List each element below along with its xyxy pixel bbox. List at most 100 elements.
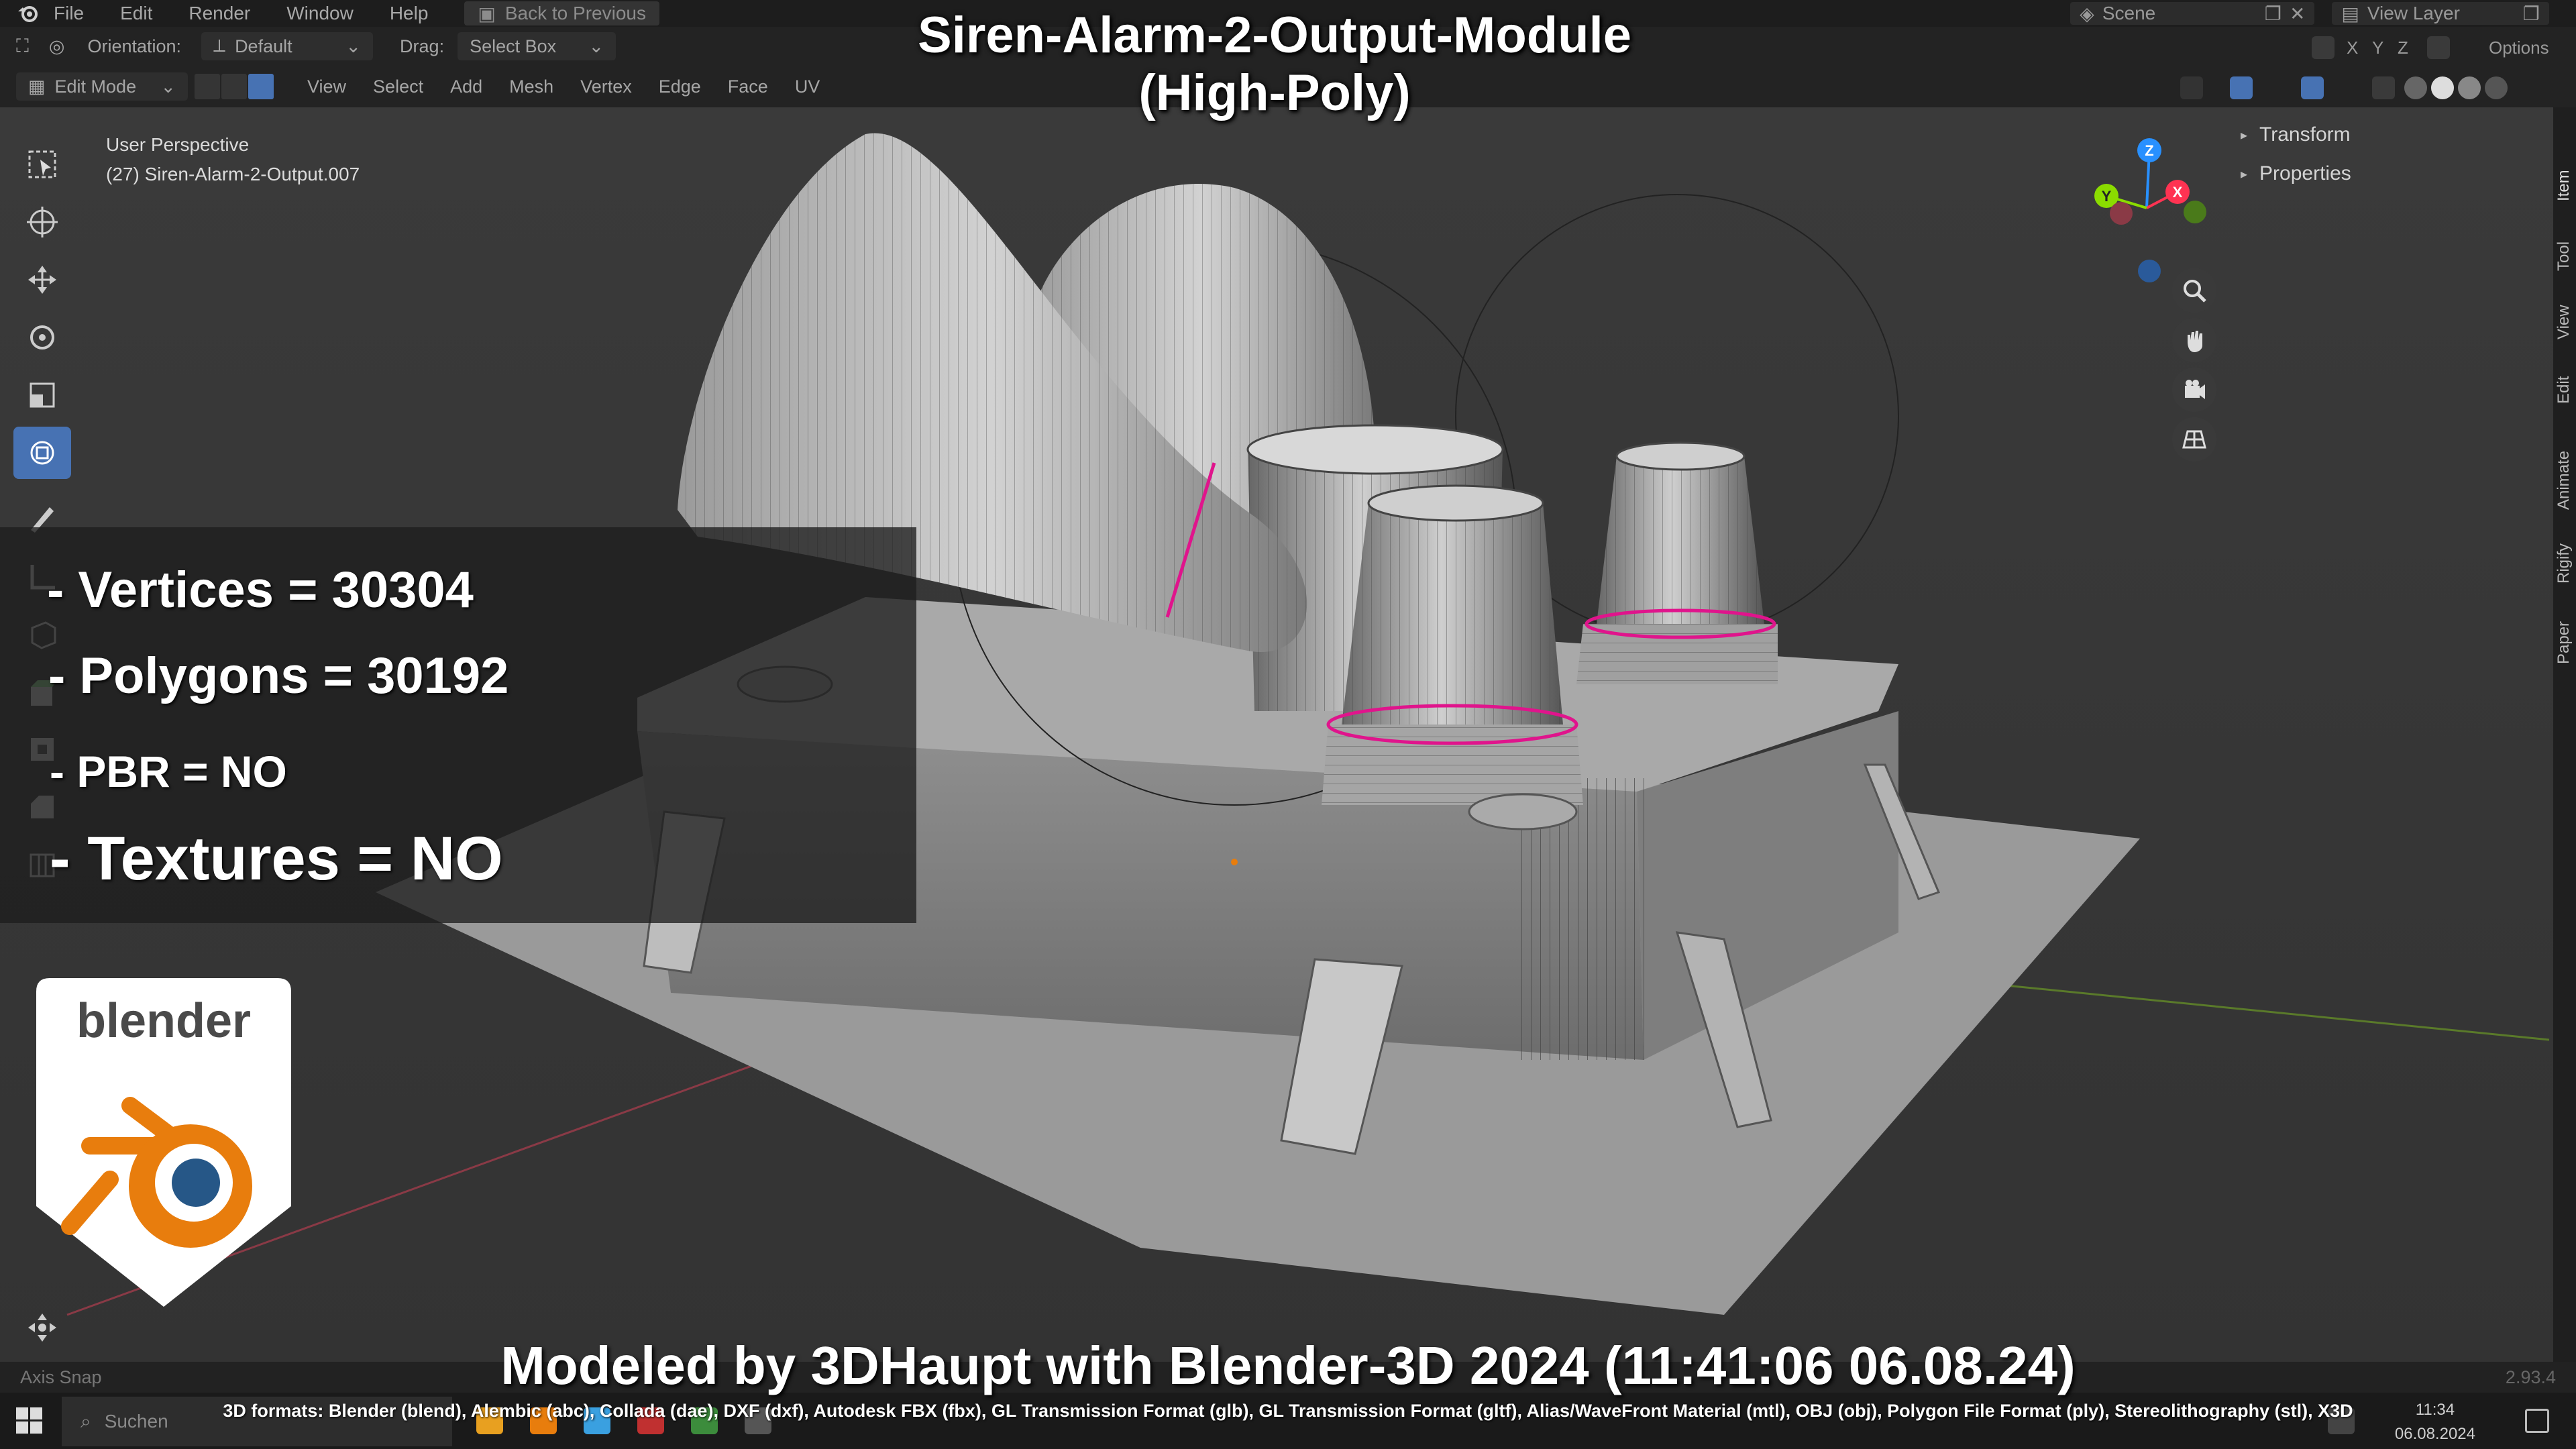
back-label: Back to Previous bbox=[504, 3, 646, 23]
menu-file[interactable]: File bbox=[54, 3, 84, 24]
edit-mode-icon: ▦ bbox=[28, 76, 46, 97]
tab-rigify[interactable]: Rigify bbox=[2555, 543, 2573, 584]
face-select-icon[interactable] bbox=[248, 74, 274, 99]
options-button[interactable]: Options bbox=[2489, 38, 2549, 58]
drag-dropdown[interactable]: Select Box ⌄ bbox=[458, 32, 616, 60]
properties-label: Properties bbox=[2259, 162, 2351, 184]
tab-tool[interactable]: Tool bbox=[2555, 241, 2573, 271]
svg-text:Z: Z bbox=[2145, 142, 2153, 159]
disclosure-triangle-icon: ▸ bbox=[2241, 166, 2248, 182]
cup-right-top bbox=[1615, 441, 1746, 471]
select-mode-toggle[interactable] bbox=[195, 74, 274, 99]
properties-panel-header[interactable]: ▸ Properties bbox=[2241, 162, 2351, 185]
edge-select-icon[interactable] bbox=[221, 74, 247, 99]
menu-add[interactable]: Add bbox=[437, 76, 496, 97]
scene-label: Scene bbox=[2102, 3, 2156, 23]
neg-y-handle[interactable] bbox=[2184, 201, 2206, 223]
origin-dot bbox=[1231, 859, 1238, 865]
view-layer-selector[interactable]: ▤ View Layer ❐ bbox=[2332, 2, 2549, 25]
rotate-tool[interactable] bbox=[13, 311, 71, 364]
xray-icon[interactable] bbox=[2372, 76, 2395, 99]
rendered-shading-icon[interactable] bbox=[2485, 76, 2508, 99]
sidebar-tabs: Item Tool View Edit Animate Rigify Paper bbox=[2553, 107, 2576, 1368]
tab-item[interactable]: Item bbox=[2555, 170, 2573, 201]
menu-help[interactable]: Help bbox=[390, 3, 429, 24]
scene-icon: ◈ bbox=[2080, 3, 2094, 24]
menu-view[interactable]: View bbox=[294, 76, 360, 97]
navigation-gizmo[interactable]: Z X Y bbox=[2066, 127, 2227, 288]
pbr-stat: - PBR = NO bbox=[50, 747, 287, 796]
cylinder-tall-top bbox=[1246, 424, 1504, 475]
menu-mesh[interactable]: Mesh bbox=[496, 76, 567, 97]
select-box-tool[interactable] bbox=[13, 138, 71, 191]
formats-caption: 3D formats: Blender (blend), Alembic (ab… bbox=[223, 1401, 2353, 1421]
transform-panel-header[interactable]: ▸ Transform bbox=[2241, 123, 2351, 146]
menu-select[interactable]: Select bbox=[360, 76, 437, 97]
orientation-dropdown[interactable]: ⟂ Default ⌄ bbox=[201, 32, 374, 60]
neg-x-handle[interactable] bbox=[2110, 202, 2133, 225]
vertex-select-icon[interactable] bbox=[195, 74, 220, 99]
viewport-perspective-label: User Perspective bbox=[106, 134, 250, 155]
menu-vertex[interactable]: Vertex bbox=[567, 76, 645, 97]
orientation-label: Orientation: bbox=[87, 36, 182, 56]
menu-render[interactable]: Render bbox=[189, 3, 250, 24]
copy-icon: ❐ bbox=[2522, 3, 2540, 24]
axis-y-toggle[interactable]: Y bbox=[2372, 38, 2383, 58]
axis-z-toggle[interactable]: Z bbox=[2398, 38, 2408, 58]
camera-icon[interactable] bbox=[2172, 368, 2216, 412]
neg-z-handle[interactable] bbox=[2138, 260, 2161, 282]
workspace-selectors: ◈ Scene ❐ ✕ ▤ View Layer ❐ bbox=[2070, 0, 2576, 27]
back-to-previous-button[interactable]: ▣ Back to Previous bbox=[464, 1, 659, 25]
material-shading-icon[interactable] bbox=[2458, 76, 2481, 99]
header-right-controls: X Y Z Options bbox=[2106, 27, 2576, 107]
move-tool[interactable] bbox=[13, 254, 71, 306]
cup-front-top bbox=[1367, 484, 1544, 522]
blender-logo: blender bbox=[36, 978, 291, 1307]
mode-value: Edit Mode bbox=[54, 76, 137, 97]
vertices-stat: - Vertices = 30304 bbox=[47, 561, 474, 619]
back-icon: ▣ bbox=[478, 3, 496, 24]
title-line-1: Siren-Alarm-2-Output-Module bbox=[918, 7, 1631, 64]
zoom-icon[interactable] bbox=[2172, 268, 2216, 313]
video-title: Siren-Alarm-2-Output-Module (High-Poly) bbox=[738, 7, 1811, 122]
mirror-icon[interactable] bbox=[2312, 36, 2334, 59]
clock-date: 06.08.2024 bbox=[2394, 1425, 2475, 1443]
pivot-icon[interactable]: ◎ bbox=[49, 36, 65, 57]
orientation-value: Default bbox=[235, 36, 292, 56]
solid-shading-icon[interactable] bbox=[2431, 76, 2454, 99]
scene-selector[interactable]: ◈ Scene ❐ ✕ bbox=[2070, 2, 2315, 25]
tab-edit[interactable]: Edit bbox=[2555, 376, 2573, 404]
menu-window[interactable]: Window bbox=[286, 3, 354, 24]
drag-value: Select Box bbox=[470, 36, 557, 56]
chevron-down-icon: ⌄ bbox=[345, 36, 362, 56]
menu-edge[interactable]: Edge bbox=[645, 76, 714, 97]
blender-menu-icon[interactable] bbox=[15, 0, 42, 27]
perspective-grid-icon[interactable] bbox=[2172, 417, 2216, 462]
pan-hand-icon[interactable] bbox=[2172, 318, 2216, 362]
credit-caption: Modeled by 3DHaupt with Blender-3D 2024 … bbox=[500, 1336, 2076, 1395]
tab-paper[interactable]: Paper bbox=[2555, 621, 2573, 664]
tab-animate[interactable]: Animate bbox=[2555, 451, 2573, 510]
overlay-icon[interactable] bbox=[2301, 76, 2324, 99]
disclosure-triangle-icon: ▸ bbox=[2241, 127, 2248, 143]
gizmo-icon[interactable] bbox=[2230, 76, 2253, 99]
knob-front bbox=[1468, 793, 1578, 830]
view-layer-icon: ▤ bbox=[2341, 3, 2359, 24]
topology-icon[interactable] bbox=[2427, 36, 2450, 59]
wireframe-shading-icon[interactable] bbox=[2404, 76, 2427, 99]
tool-settings-row: ⛶ ◎ Orientation: ⟂ Default ⌄ Drag: Selec… bbox=[0, 27, 616, 66]
cursor-tool[interactable] bbox=[13, 196, 71, 248]
tool-icon[interactable]: ⛶ bbox=[16, 36, 29, 57]
title-line-2: (High-Poly) bbox=[1138, 64, 1411, 121]
sidebar-panel: ▸ Transform ▸ Properties bbox=[2222, 107, 2553, 208]
polygons-stat: - Polygons = 30192 bbox=[48, 647, 509, 704]
chevron-down-icon: ⌄ bbox=[588, 36, 604, 56]
tab-view[interactable]: View bbox=[2555, 305, 2573, 339]
axis-x-toggle[interactable]: X bbox=[2347, 38, 2358, 58]
mode-dropdown[interactable]: ▦ Edit Mode ⌄ bbox=[16, 72, 188, 101]
transform-tool[interactable] bbox=[13, 427, 71, 479]
blender-logo-text: blender bbox=[76, 994, 251, 1048]
scale-tool[interactable] bbox=[13, 369, 71, 421]
visibility-icon[interactable] bbox=[2180, 76, 2203, 99]
menu-edit[interactable]: Edit bbox=[120, 3, 152, 24]
